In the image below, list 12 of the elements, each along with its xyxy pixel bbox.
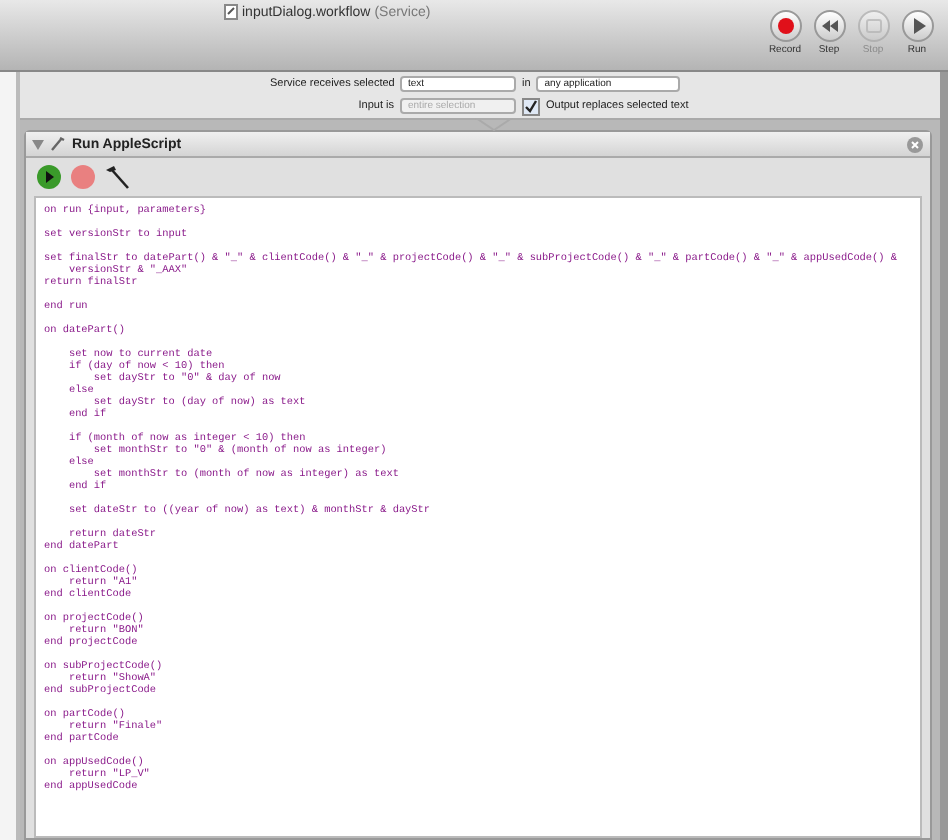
run-icon[interactable] bbox=[36, 164, 62, 190]
script-icon bbox=[50, 136, 66, 152]
record-button[interactable] bbox=[769, 10, 801, 42]
step-button[interactable] bbox=[813, 10, 845, 42]
square-icon bbox=[861, 14, 885, 38]
close-icon[interactable] bbox=[906, 135, 924, 153]
hammer-icon[interactable] bbox=[104, 164, 130, 190]
dot-icon bbox=[773, 14, 797, 38]
rewind-icon bbox=[817, 14, 841, 38]
run-button[interactable] bbox=[901, 10, 933, 42]
output-replaces-checkbox[interactable] bbox=[522, 97, 540, 115]
disclosure-triangle-icon[interactable] bbox=[32, 139, 44, 149]
